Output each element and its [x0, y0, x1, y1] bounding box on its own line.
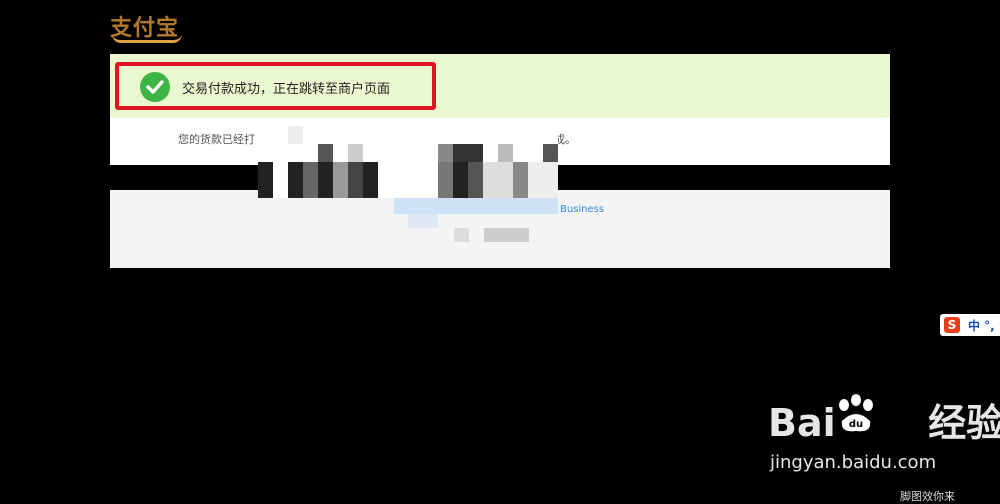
ime-mode-text: 中 °, — [968, 319, 995, 333]
payment-info-text: 您的货款已经打 — [178, 133, 255, 146]
ime-status-tray[interactable]: S 中 °, — [940, 314, 1000, 336]
watermark-bottom-text: 脚图效你来 — [900, 490, 955, 503]
business-link[interactable]: Business — [560, 204, 604, 215]
watermark-url: jingyan.baidu.com — [770, 452, 937, 473]
svg-text:du: du — [849, 419, 863, 430]
baidu-paw-icon: du — [839, 394, 873, 432]
logo-swoosh — [112, 34, 182, 43]
pixelated-redaction — [0, 126, 558, 242]
check-circle-icon — [140, 72, 170, 102]
baidu-watermark-logo: Bai 经验 — [768, 401, 1000, 445]
success-message: 交易付款成功，正在跳转至商户页面 — [182, 82, 391, 97]
sogou-s-icon: S — [944, 317, 960, 333]
